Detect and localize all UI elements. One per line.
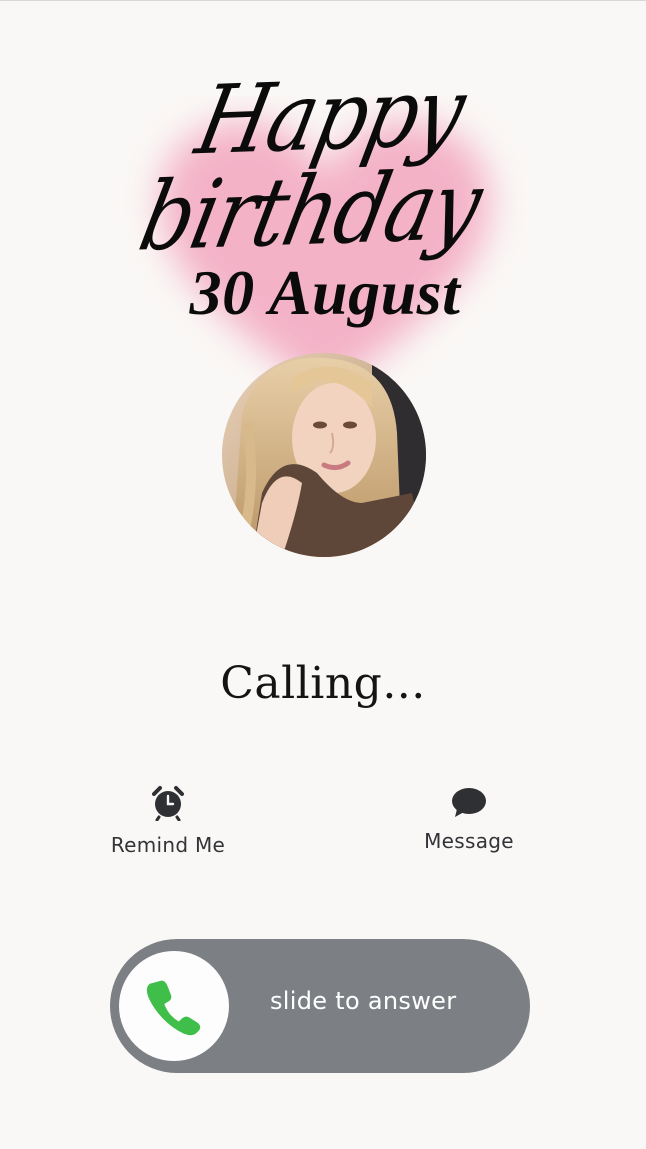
message-label: Message bbox=[424, 829, 514, 853]
birthday-greeting: Happy birthday bbox=[57, 57, 582, 273]
message-button[interactable]: Message bbox=[389, 785, 549, 853]
alarm-clock-icon bbox=[152, 786, 184, 821]
greeting-text: Happy birthday bbox=[130, 57, 490, 273]
slide-to-answer-track[interactable]: slide to answer bbox=[110, 939, 530, 1073]
remind-me-button[interactable]: Remind Me bbox=[88, 785, 248, 857]
answer-handle[interactable] bbox=[119, 951, 229, 1061]
remind-me-label: Remind Me bbox=[110, 833, 226, 857]
birthday-date: 30 August bbox=[189, 257, 461, 328]
phone-icon bbox=[146, 980, 201, 1036]
speech-bubble-icon bbox=[452, 788, 486, 817]
incoming-call-screen: Happy birthday 30 August Calling... Remi… bbox=[0, 0, 646, 1149]
call-status: Calling... bbox=[220, 658, 426, 709]
caller-avatar bbox=[222, 353, 426, 557]
slide-to-answer-label: slide to answer bbox=[270, 987, 457, 1015]
